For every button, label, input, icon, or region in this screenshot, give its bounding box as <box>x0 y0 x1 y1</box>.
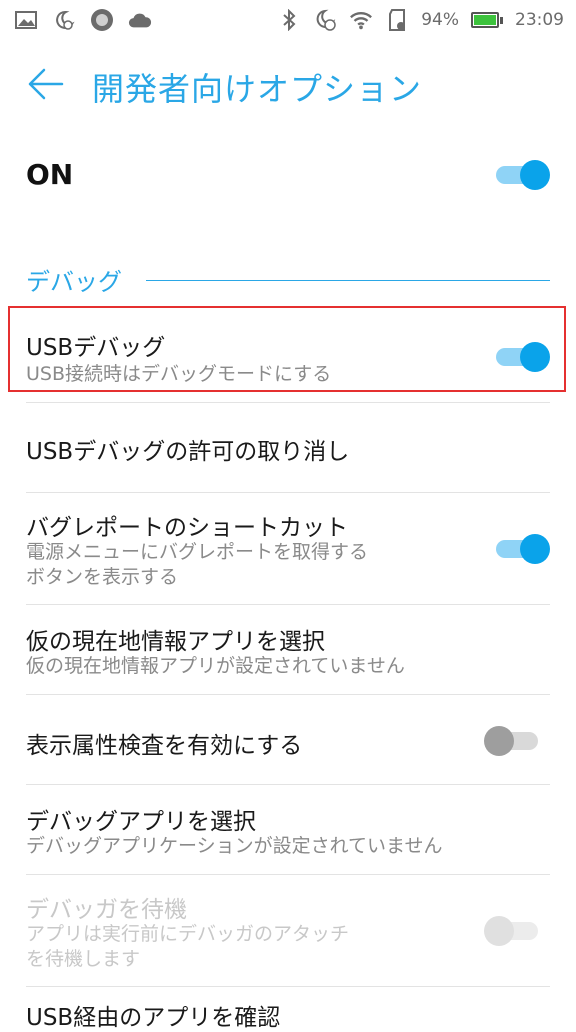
view-attribute-inspection-switch[interactable] <box>484 722 544 758</box>
battery-icon <box>471 12 503 28</box>
verify-apps-over-usb-title: USB経由のアプリを確認 <box>26 1005 281 1031</box>
bug-report-shortcut-summary-line1: 電源メニューにバグレポートを取得する <box>26 541 369 563</box>
wait-for-debugger-summary-line1: アプリは実行前にデバッガのアタッチ <box>26 923 350 945</box>
category-divider <box>146 280 550 281</box>
cloud-icon <box>128 8 152 32</box>
divider <box>26 492 550 493</box>
wait-for-debugger-title: デバッガを待機 <box>26 897 187 923</box>
status-bar-left <box>14 8 152 32</box>
wifi-icon <box>349 8 373 32</box>
wait-for-debugger-summary-line2: を待機します <box>26 948 141 970</box>
page-title: 開発者向けオプション <box>92 70 423 108</box>
clock: 23:09 <box>515 10 564 30</box>
status-bar: 94% 23:09 <box>0 0 576 40</box>
image-icon <box>14 8 38 32</box>
view-attribute-inspection-title: 表示属性検査を有効にする <box>26 733 303 759</box>
wait-for-debugger-switch <box>484 912 544 948</box>
master-switch-label: ON <box>26 158 74 191</box>
bug-report-shortcut-item[interactable]: バグレポートのショートカット 電源メニューにバグレポートを取得する ボタンを表示… <box>0 494 576 604</box>
app-bar: 開発者向けオプション <box>0 52 576 116</box>
divider <box>26 784 550 785</box>
debug-app-title: デバッグアプリを選択 <box>26 809 256 835</box>
verify-apps-over-usb-item[interactable]: USB経由のアプリを確認 <box>0 988 576 1031</box>
debug-app-summary: デバッグアプリケーションが設定されていません <box>26 835 443 857</box>
master-switch[interactable] <box>490 156 550 192</box>
bug-report-shortcut-summary-line2: ボタンを表示する <box>26 566 179 588</box>
bug-report-shortcut-switch[interactable] <box>490 530 550 566</box>
mock-location-app-summary: 仮の現在地情報アプリが設定されていません <box>26 655 405 677</box>
divider <box>26 986 550 987</box>
divider <box>26 604 550 605</box>
divider <box>26 402 550 403</box>
moon-clock-icon <box>52 8 76 32</box>
circle-app-icon <box>90 8 114 32</box>
battery-percent: 94% <box>421 10 459 30</box>
revoke-usb-debugging-item[interactable]: USBデバッグの許可の取り消し <box>0 404 576 492</box>
highlight-box <box>8 306 566 392</box>
bluetooth-icon <box>277 8 301 32</box>
view-attribute-inspection-item[interactable]: 表示属性検査を有効にする <box>0 696 576 784</box>
divider <box>26 694 550 695</box>
wait-for-debugger-item: デバッガを待機 アプリは実行前にデバッガのアタッチ を待機します <box>0 876 576 986</box>
back-button[interactable] <box>26 66 66 102</box>
status-bar-right: 94% 23:09 <box>277 8 564 32</box>
alarm-moon-icon <box>313 8 337 32</box>
bug-report-shortcut-title: バグレポートのショートカット <box>26 515 348 541</box>
divider <box>26 874 550 875</box>
mock-location-app-title: 仮の現在地情報アプリを選択 <box>26 629 325 655</box>
category-header-debug: デバッグ <box>26 268 122 296</box>
revoke-usb-debugging-title: USBデバッグの許可の取り消し <box>26 439 350 465</box>
sd-card-icon <box>385 8 409 32</box>
debug-app-item[interactable]: デバッグアプリを選択 デバッグアプリケーションが設定されていません <box>0 786 576 874</box>
arrow-left-icon <box>28 68 64 100</box>
mock-location-app-item[interactable]: 仮の現在地情報アプリを選択 仮の現在地情報アプリが設定されていません <box>0 606 576 694</box>
